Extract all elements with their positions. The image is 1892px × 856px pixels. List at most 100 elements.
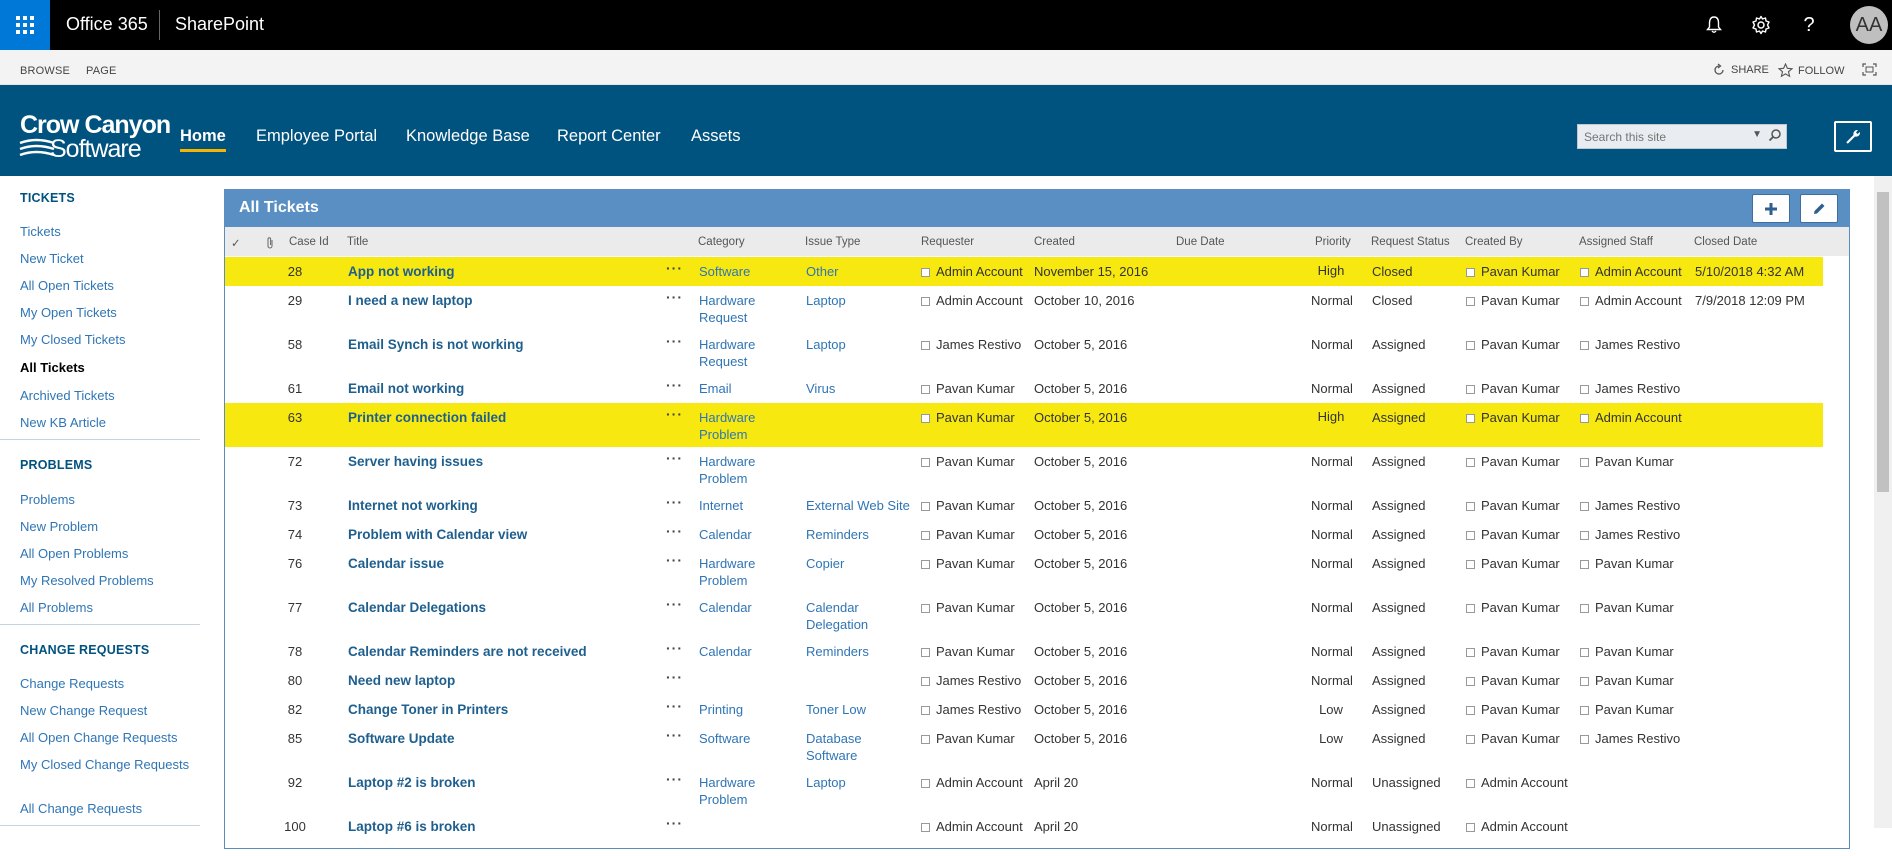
nav-heading-tickets[interactable]: TICKETS	[20, 191, 75, 205]
category-link[interactable]: Printing	[699, 701, 794, 718]
presence-checkbox[interactable]	[1580, 297, 1589, 306]
table-row[interactable]: 85 Software Update Software Database Softwa…	[225, 724, 1823, 768]
attachment-column-icon[interactable]	[265, 236, 275, 252]
follow-button[interactable]: FOLLOW	[1778, 63, 1844, 78]
ticket-title-link[interactable]: App not working	[348, 263, 454, 280]
issue-type-link[interactable]: Other	[806, 263, 914, 280]
presence-checkbox[interactable]	[921, 677, 930, 686]
presence-checkbox[interactable]	[1580, 385, 1589, 394]
presence-checkbox[interactable]	[921, 297, 930, 306]
ticket-title-link[interactable]: Calendar Reminders are not received	[348, 643, 587, 660]
nav-link-my-resolved-problems[interactable]: My Resolved Problems	[20, 572, 190, 589]
nav-link-new-ticket[interactable]: New Ticket	[20, 250, 190, 267]
ticket-title-link[interactable]: Problem with Calendar view	[348, 526, 527, 543]
more-options-icon[interactable]: ···	[666, 640, 683, 656]
category-link[interactable]: Hardware Problem	[699, 774, 794, 808]
category-link[interactable]: Hardware Problem	[699, 453, 794, 487]
more-options-icon[interactable]: ···	[666, 494, 683, 510]
nav-link-my-closed-tickets[interactable]: My Closed Tickets	[20, 331, 190, 348]
col-header-issue-type[interactable]: Issue Type	[805, 236, 860, 248]
nav-link-my-open-tickets[interactable]: My Open Tickets	[20, 304, 190, 321]
add-ticket-button[interactable]	[1752, 194, 1790, 223]
category-link[interactable]: Calendar	[699, 599, 794, 616]
ticket-title-link[interactable]: Software Update	[348, 730, 455, 747]
presence-checkbox[interactable]	[1580, 604, 1589, 613]
nav-heading-problems[interactable]: PROBLEMS	[20, 458, 92, 472]
ticket-title-link[interactable]: Change Toner in Printers	[348, 701, 508, 718]
presence-checkbox[interactable]	[1466, 297, 1475, 306]
category-link[interactable]: Internet	[699, 497, 794, 514]
ticket-title-link[interactable]: Calendar Delegations	[348, 599, 486, 616]
table-row[interactable]: 74 Problem with Calendar view Calendar Remi…	[225, 520, 1823, 549]
more-options-icon[interactable]: ···	[666, 450, 683, 466]
topnav-assets[interactable]: Assets	[691, 127, 741, 146]
gear-icon[interactable]	[1747, 11, 1775, 39]
presence-checkbox[interactable]	[1580, 648, 1589, 657]
presence-checkbox[interactable]	[1580, 502, 1589, 511]
presence-checkbox[interactable]	[1466, 648, 1475, 657]
page-scrollbar[interactable]	[1874, 176, 1892, 828]
category-link[interactable]: Hardware Problem	[699, 409, 794, 443]
presence-checkbox[interactable]	[1466, 502, 1475, 511]
nav-link-problems[interactable]: Problems	[20, 491, 190, 508]
search-scope-dropdown-icon[interactable]: ▼	[1752, 129, 1762, 140]
more-options-icon[interactable]: ···	[666, 260, 683, 276]
presence-checkbox[interactable]	[921, 385, 930, 394]
category-link[interactable]: Hardware Request	[699, 292, 794, 326]
nav-link-all-problems[interactable]: All Problems	[20, 599, 190, 616]
ticket-title-link[interactable]: Printer connection failed	[348, 409, 506, 426]
more-options-icon[interactable]: ···	[666, 552, 683, 568]
help-icon[interactable]: ?	[1795, 11, 1823, 39]
table-row[interactable]: 78 Calendar Reminders are not received Cal…	[225, 637, 1823, 666]
table-row[interactable]: 29 I need a new laptop Hardware Request Lap…	[225, 286, 1823, 330]
presence-checkbox[interactable]	[921, 779, 930, 788]
nav-link-my-closed-change-requests[interactable]: My Closed Change Requests	[20, 756, 190, 773]
topnav-knowledge-base[interactable]: Knowledge Base	[406, 127, 530, 146]
col-header-created[interactable]: Created	[1034, 236, 1075, 248]
col-header-case-id[interactable]: Case Id	[289, 236, 329, 248]
nav-link-new-change-request[interactable]: New Change Request	[20, 702, 190, 719]
table-row[interactable]: 72 Server having issues Hardware Problem Pa…	[225, 447, 1823, 491]
nav-link-new-kb-article[interactable]: New KB Article	[20, 414, 190, 431]
nav-link-new-problem[interactable]: New Problem	[20, 518, 190, 535]
presence-checkbox[interactable]	[1580, 531, 1589, 540]
app-name-sharepoint[interactable]: SharePoint	[175, 14, 264, 35]
edit-view-button[interactable]	[1800, 194, 1838, 223]
presence-checkbox[interactable]	[1466, 706, 1475, 715]
nav-link-tickets[interactable]: Tickets	[20, 223, 190, 240]
waffle-icon[interactable]	[0, 0, 50, 50]
col-header-title[interactable]: Title	[347, 236, 368, 248]
issue-type-link[interactable]: Toner Low	[806, 701, 914, 718]
nav-link-all-open-problems[interactable]: All Open Problems	[20, 545, 190, 562]
nav-link-all-change-requests[interactable]: All Change Requests	[20, 800, 190, 817]
presence-checkbox[interactable]	[1580, 458, 1589, 467]
presence-checkbox[interactable]	[921, 706, 930, 715]
issue-type-link[interactable]: Copier	[806, 555, 914, 572]
category-link[interactable]: Software	[699, 263, 794, 280]
topnav-home[interactable]: Home	[180, 127, 226, 152]
ticket-title-link[interactable]: Laptop #2 is broken	[348, 774, 476, 791]
ribbon-tab-page[interactable]: PAGE	[86, 65, 117, 77]
ticket-title-link[interactable]: Email not working	[348, 380, 464, 397]
presence-checkbox[interactable]	[1580, 677, 1589, 686]
issue-type-link[interactable]: Reminders	[806, 643, 914, 660]
more-options-icon[interactable]: ···	[666, 289, 683, 305]
category-link[interactable]: Software	[699, 730, 794, 747]
presence-checkbox[interactable]	[921, 648, 930, 657]
presence-checkbox[interactable]	[1466, 735, 1475, 744]
nav-link-archived-tickets[interactable]: Archived Tickets	[20, 387, 190, 404]
search-input[interactable]	[1578, 125, 1738, 148]
brand-office365[interactable]: Office 365	[66, 14, 148, 35]
more-options-icon[interactable]: ···	[666, 406, 683, 422]
search-icon[interactable]	[1768, 128, 1782, 147]
ticket-title-link[interactable]: Calendar issue	[348, 555, 444, 572]
settings-wrench-button[interactable]	[1834, 121, 1872, 152]
nav-link-all-open-tickets[interactable]: All Open Tickets	[20, 277, 190, 294]
table-row[interactable]: 80 Need new laptop James Restivo October 5,…	[225, 666, 1823, 695]
table-row[interactable]: 28 App not working Software Other Admin Acco…	[225, 257, 1823, 286]
col-header-request-status[interactable]: Request Status	[1371, 236, 1450, 248]
presence-checkbox[interactable]	[1466, 414, 1475, 423]
presence-checkbox[interactable]	[921, 414, 930, 423]
issue-type-link[interactable]: Laptop	[806, 336, 914, 353]
issue-type-link[interactable]: Laptop	[806, 292, 914, 309]
